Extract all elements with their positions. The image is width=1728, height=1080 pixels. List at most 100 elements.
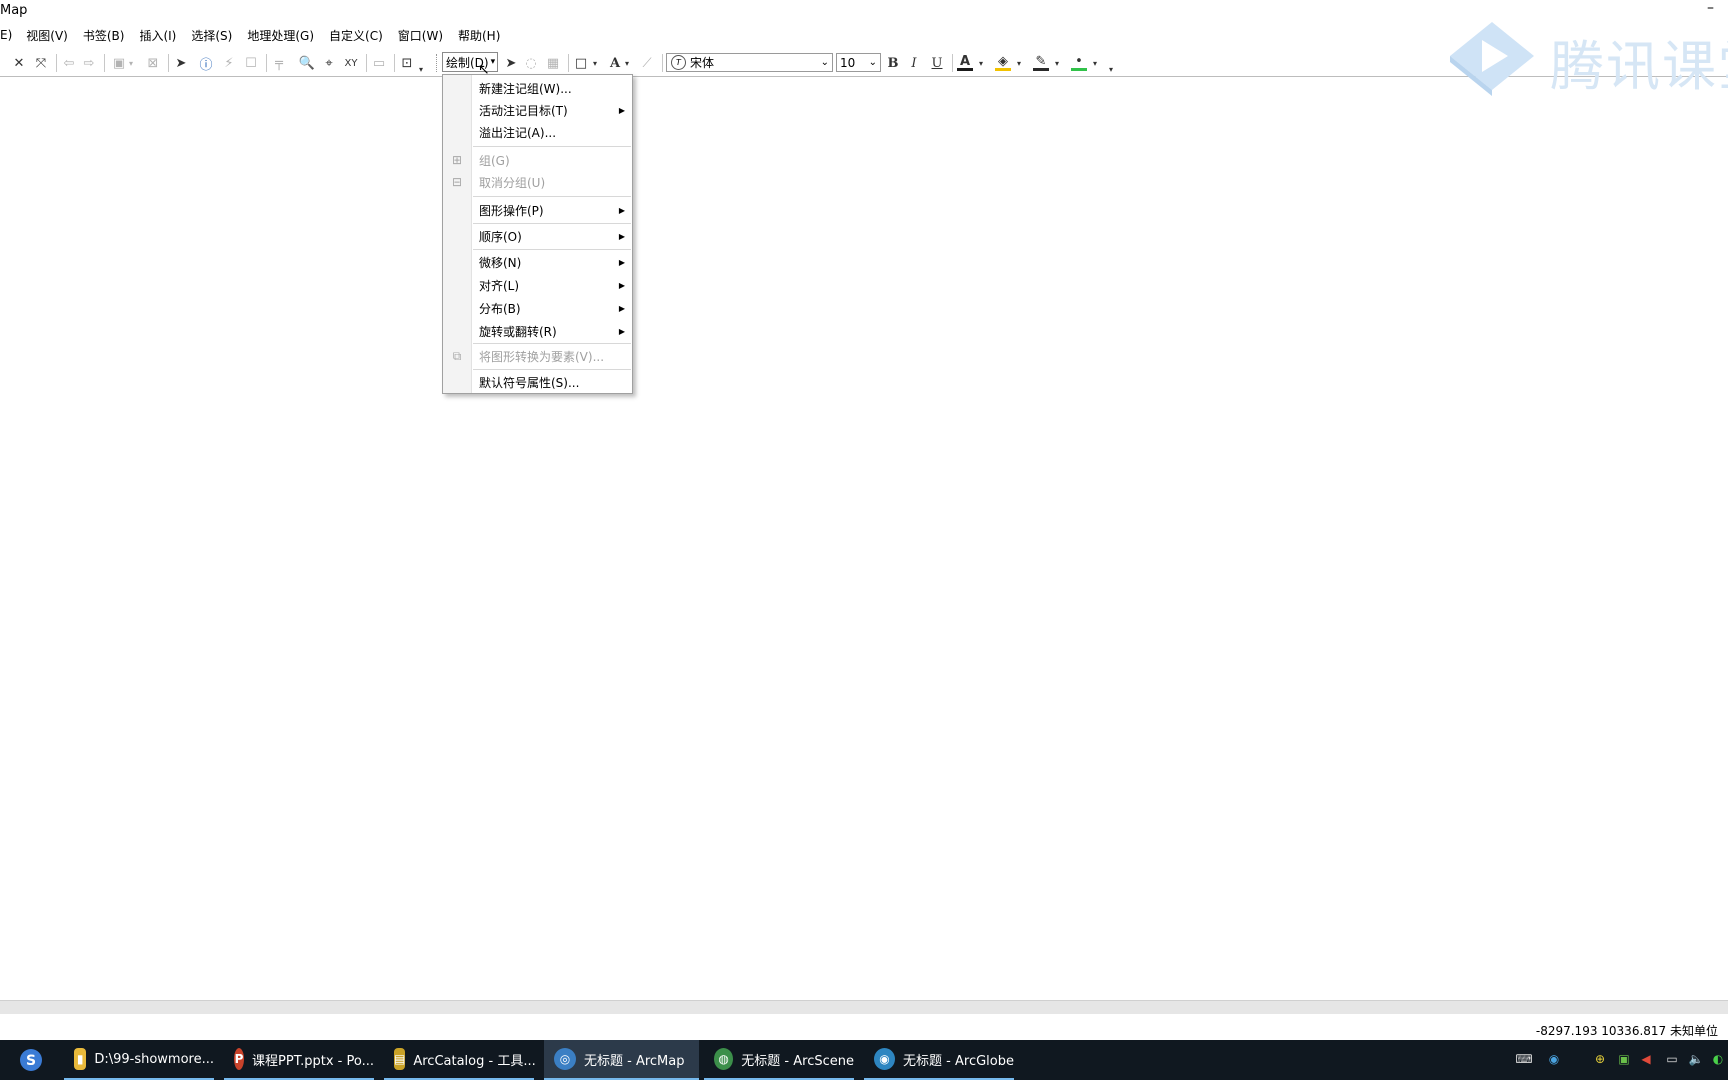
menu-nudge[interactable]: 微移(N) ▶: [443, 251, 632, 273]
network-globe-icon[interactable]: ◉: [1546, 1051, 1562, 1067]
menu-default-symbol-properties[interactable]: 默认符号属性(S)...: [443, 371, 632, 393]
font-color-icon[interactable]: A: [956, 54, 974, 72]
chevron-down-icon[interactable]: ⌄: [821, 57, 829, 68]
menu-separator: [473, 146, 631, 147]
coordinate-readout: -8297.193 10336.817 未知单位: [1535, 1024, 1718, 1038]
rotate-icon[interactable]: ◌: [522, 54, 540, 72]
horizontal-scrollbar[interactable]: [0, 1000, 1728, 1015]
select-elements-icon[interactable]: ➤: [502, 54, 520, 72]
toolbar-separator: [168, 54, 169, 72]
menu-separator: [473, 249, 631, 250]
taskbar-arcscene[interactable]: ◍ 无标题 - ArcScene: [704, 1040, 854, 1080]
chevron-down-icon[interactable]: ▾: [1014, 54, 1024, 72]
zoom-to-selected-icon[interactable]: ▦: [544, 54, 562, 72]
clear-selection-icon[interactable]: ⊠: [144, 54, 162, 72]
menu-rotate-flip[interactable]: 旋转或翻转(R) ▶: [443, 320, 632, 342]
menu-separator: [473, 223, 631, 224]
submenu-arrow-icon: ▶: [618, 303, 625, 313]
menu-help[interactable]: 帮助(H): [458, 27, 500, 44]
time-slider-icon[interactable]: ▭: [370, 54, 388, 72]
taskbar-powerpoint[interactable]: P 课程PPT.pptx - Po...: [224, 1040, 374, 1080]
menu-align[interactable]: 对齐(L) ▶: [443, 274, 632, 296]
menu-bookmarks[interactable]: 书签(B): [83, 27, 125, 44]
submenu-arrow-icon: ▶: [618, 257, 625, 267]
chevron-down-icon[interactable]: ▾: [1090, 54, 1100, 72]
keyboard-icon[interactable]: ⌨: [1515, 1051, 1532, 1067]
submenu-arrow-icon: ▶: [618, 231, 625, 241]
arcglobe-icon: ◉: [874, 1048, 896, 1070]
select-elements-icon[interactable]: ➤: [172, 54, 190, 72]
chevron-down-icon[interactable]: ⌄: [869, 57, 877, 68]
underline-button[interactable]: U: [928, 54, 946, 72]
identify-icon[interactable]: ⓘ: [197, 54, 215, 73]
wechat-icon[interactable]: ◐: [1710, 1051, 1726, 1067]
menu-customize[interactable]: 自定义(C): [329, 27, 383, 44]
menu-window[interactable]: 窗口(W): [398, 27, 443, 44]
taskbar-arcmap[interactable]: ◎ 无标题 - ArcMap: [544, 1040, 699, 1080]
minimize-button[interactable]: –: [1707, 0, 1714, 16]
marker-color-icon[interactable]: •: [1070, 54, 1088, 72]
sogou-logo-icon: S: [20, 1049, 42, 1071]
chevron-down-icon[interactable]: ▾: [590, 54, 600, 72]
menu-overflow-annotation[interactable]: 溢出注记(A)...: [443, 121, 632, 143]
menu-select[interactable]: 选择(S): [191, 27, 232, 44]
find-icon[interactable]: 🔍: [298, 54, 316, 72]
draw-dropdown-menu: 新建注记组(W)... 活动注记目标(T) ▶ 溢出注记(A)... ⊞ 组(G…: [442, 74, 633, 394]
bold-button[interactable]: B: [884, 54, 902, 72]
chevron-down-icon[interactable]: ▾: [1052, 54, 1062, 72]
chevron-down-icon[interactable]: ▾: [126, 54, 136, 72]
volume-icon[interactable]: 🔈: [1688, 1051, 1704, 1067]
font-name-value: 宋体: [690, 56, 715, 70]
menu-item-label: 顺序(O): [479, 229, 522, 244]
menu-group[interactable]: ⊞ 组(G): [443, 149, 632, 171]
sogou-input-icon[interactable]: ⊕: [1592, 1051, 1608, 1067]
menu-geoprocessing[interactable]: 地理处理(G): [247, 27, 314, 44]
gpu-icon[interactable]: ▣: [1616, 1051, 1632, 1067]
back-extent-icon[interactable]: ⇦: [60, 54, 78, 72]
html-popup-icon[interactable]: ☐: [242, 54, 260, 72]
go-to-xy-icon[interactable]: XY: [342, 54, 360, 72]
find-route-icon[interactable]: ⌖: [320, 54, 338, 72]
taskbar-explorer[interactable]: ▮ D:\99-showmore...: [64, 1040, 214, 1080]
create-viewer-window-icon[interactable]: ⊡: [398, 54, 416, 72]
toolbar-separator: [56, 54, 57, 72]
toolbar-options-icon[interactable]: ▾: [1106, 60, 1116, 78]
map-canvas[interactable]: [0, 77, 1728, 999]
menu-ungroup[interactable]: ⊟ 取消分组(U): [443, 171, 632, 193]
rectangle-icon[interactable]: □: [572, 54, 590, 72]
menu-view[interactable]: 视图(V): [26, 27, 68, 44]
font-size-combo[interactable]: 10 ⌄: [836, 53, 881, 72]
fixed-zoom-out-icon[interactable]: ⤧: [32, 54, 50, 72]
fill-color-icon[interactable]: ◈: [994, 54, 1012, 72]
toolbar-grip[interactable]: [436, 54, 440, 72]
menu-partial[interactable]: E): [0, 28, 12, 42]
taskbar-arccatalog[interactable]: ▤ ArcCatalog - 工具...: [384, 1040, 536, 1080]
italic-button[interactable]: I: [905, 54, 923, 72]
hyperlink-icon[interactable]: ⚡: [220, 54, 238, 72]
taskbar-label: 无标题 - ArcScene: [741, 1053, 854, 1069]
start-button[interactable]: S: [0, 1040, 62, 1080]
chevron-down-icon[interactable]: ▾: [976, 54, 986, 72]
menu-new-annotation-group[interactable]: 新建注记组(W)...: [443, 77, 632, 99]
chevron-down-icon[interactable]: ▾: [622, 54, 632, 72]
edit-vertices-icon[interactable]: ⟋: [638, 54, 656, 72]
submenu-arrow-icon: ▶: [618, 280, 625, 290]
menu-convert-graphics[interactable]: ⧉ 将图形转换为要素(V)...: [443, 345, 632, 367]
toolbar-separator: [394, 54, 395, 72]
forward-extent-icon[interactable]: ⇨: [80, 54, 98, 72]
taskbar-arcglobe[interactable]: ◉ 无标题 - ArcGlobe: [864, 1040, 1014, 1080]
menu-distribute[interactable]: 分布(B) ▶: [443, 297, 632, 319]
line-color-icon[interactable]: ✎: [1032, 54, 1050, 72]
toolbar-options-icon[interactable]: ▾: [416, 60, 426, 78]
network-icon[interactable]: ▭: [1664, 1051, 1680, 1067]
menu-active-annotation-target[interactable]: 活动注记目标(T) ▶: [443, 99, 632, 121]
fixed-zoom-in-icon[interactable]: ✕: [10, 54, 28, 72]
menu-graphic-operations[interactable]: 图形操作(P) ▶: [443, 199, 632, 221]
font-name-combo[interactable]: T 宋体 ⌄: [666, 53, 833, 72]
measure-icon[interactable]: ╤: [270, 54, 288, 72]
watermark-logo: 腾讯课堂: [1446, 18, 1728, 98]
menu-order[interactable]: 顺序(O) ▶: [443, 225, 632, 247]
menu-insert[interactable]: 插入(I): [139, 27, 176, 44]
alert-icon[interactable]: ◀: [1638, 1051, 1654, 1067]
toolbar-separator: [568, 54, 569, 72]
